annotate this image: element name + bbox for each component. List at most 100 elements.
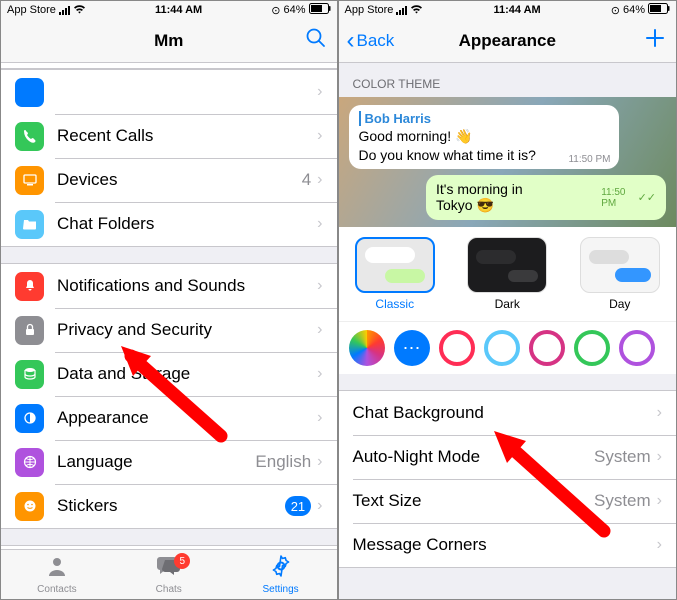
chevron-right-icon: › <box>317 321 322 339</box>
row-label: Stickers <box>57 496 285 516</box>
row-label: Notifications and Sounds <box>57 276 317 296</box>
chevron-right-icon: › <box>317 497 322 515</box>
tab-chats[interactable]: 5 Chats <box>113 550 225 599</box>
devices-icon <box>15 166 44 195</box>
row-detail: System <box>594 447 651 467</box>
outgoing-bubble: It's morning in Tokyo 😎 11:50 PM ✓✓ <box>426 175 666 220</box>
phone-right: App Store 11:44 AM ⊙ 64% ‹ Back Appearan… <box>339 1 677 599</box>
row-chat-background[interactable]: Chat Background › <box>339 391 677 435</box>
bookmark-icon <box>15 78 44 107</box>
color-multicolor[interactable] <box>349 330 385 366</box>
search-button[interactable] <box>305 27 327 55</box>
battery-label: 64% <box>283 4 305 16</box>
row-appearance[interactable]: Appearance › <box>1 396 337 440</box>
row-notifications[interactable]: Notifications and Sounds › <box>1 264 337 308</box>
appearance-content: COLOR THEME Bob Harris Good morning! 👋 D… <box>339 63 677 599</box>
phone-icon <box>15 122 44 151</box>
row-data-storage[interactable]: Data and Storage › <box>1 352 337 396</box>
theme-thumb <box>467 237 547 293</box>
row-chat-folders[interactable]: Chat Folders › <box>1 202 337 246</box>
tab-bar: Contacts 5 Chats Settings <box>1 549 337 599</box>
row-saved-messages[interactable]: › <box>1 70 337 114</box>
color-purple[interactable] <box>619 330 655 366</box>
accent-colors: ⋯ <box>339 321 677 374</box>
battery-label: 64% <box>623 4 645 16</box>
row-detail: System <box>594 491 651 511</box>
chevron-right-icon: › <box>657 404 662 422</box>
tab-contacts[interactable]: Contacts <box>1 550 113 599</box>
color-magenta[interactable] <box>529 330 565 366</box>
back-button[interactable]: ‹ Back <box>347 27 395 55</box>
row-devices[interactable]: Devices 4 › <box>1 158 337 202</box>
theme-day[interactable]: Day <box>580 237 660 311</box>
row-text-size[interactable]: Text Size System › <box>339 479 677 523</box>
page-title: Mm <box>154 31 183 51</box>
chevron-right-icon: › <box>657 492 662 510</box>
message-text: It's morning in Tokyo 😎 <box>436 181 557 214</box>
row-label: Recent Calls <box>57 126 317 146</box>
chevron-right-icon: › <box>657 536 662 554</box>
color-blue-selected[interactable]: ⋯ <box>394 330 430 366</box>
chevron-right-icon: › <box>657 448 662 466</box>
chevron-right-icon: › <box>317 365 322 383</box>
chevron-right-icon: › <box>317 453 322 471</box>
row-stickers[interactable]: Stickers 21 › <box>1 484 337 528</box>
sticker-icon <box>15 492 44 521</box>
battery-icon <box>309 3 331 17</box>
row-label: Text Size <box>353 491 594 511</box>
wifi-icon <box>73 4 86 17</box>
row-label: Data and Storage <box>57 364 317 384</box>
status-bar: App Store 11:44 AM ⊙ 64% <box>339 1 677 19</box>
row-detail: 4 <box>302 170 311 190</box>
row-ask-question[interactable]: Ask a Question › <box>1 546 337 549</box>
page-title: Appearance <box>459 31 556 51</box>
theme-classic[interactable]: Classic <box>355 237 435 311</box>
chevron-right-icon: › <box>317 127 322 145</box>
theme-thumb <box>355 237 435 293</box>
tab-settings[interactable]: Settings <box>225 550 337 599</box>
chevron-right-icon: › <box>317 409 322 427</box>
row-privacy[interactable]: Privacy and Security › <box>1 308 337 352</box>
row-label: Chat Folders <box>57 214 317 234</box>
color-green[interactable] <box>574 330 610 366</box>
alarm-icon: ⊙ <box>271 4 280 17</box>
chevron-right-icon: › <box>317 277 322 295</box>
signal-bars-icon <box>396 6 407 15</box>
row-label: Language <box>57 452 255 472</box>
row-label: Chat Background <box>353 403 657 423</box>
read-checks-icon: ✓✓ <box>638 191 656 204</box>
color-pink[interactable] <box>439 330 475 366</box>
msg-time: 11:50 PM <box>601 187 635 209</box>
row-language[interactable]: Language English › <box>1 440 337 484</box>
appearance-icon <box>15 404 44 433</box>
folder-icon <box>15 210 44 239</box>
nav-bar: Mm <box>1 19 337 63</box>
theme-dark[interactable]: Dark <box>467 237 547 311</box>
sender-name: Bob Harris <box>359 111 609 126</box>
alarm-icon: ⊙ <box>611 4 620 17</box>
row-auto-night[interactable]: Auto-Night Mode System › <box>339 435 677 479</box>
clock-label: 11:44 AM <box>493 4 540 16</box>
theme-thumb <box>580 237 660 293</box>
row-label: Auto-Night Mode <box>353 447 594 467</box>
chevron-right-icon: › <box>317 83 322 101</box>
person-icon <box>45 554 69 582</box>
globe-icon <box>15 448 44 477</box>
color-cyan[interactable] <box>484 330 520 366</box>
phone-left: App Store 11:44 AM ⊙ 64% Mm › <box>1 1 339 599</box>
status-bar: App Store 11:44 AM ⊙ 64% <box>1 1 337 19</box>
battery-icon <box>648 3 670 17</box>
row-recent-calls[interactable]: Recent Calls › <box>1 114 337 158</box>
incoming-bubble: Bob Harris Good morning! 👋 Do you know w… <box>349 105 619 169</box>
msg-time: 11:50 PM <box>568 154 610 165</box>
chevron-left-icon: ‹ <box>347 27 355 55</box>
row-label: Appearance <box>57 408 317 428</box>
add-button[interactable] <box>644 27 666 55</box>
row-message-corners[interactable]: Message Corners › <box>339 523 677 567</box>
chats-badge: 5 <box>174 553 190 569</box>
clock-label: 11:44 AM <box>155 4 202 16</box>
chevron-right-icon: › <box>317 171 322 189</box>
gear-icon <box>269 554 293 582</box>
nav-bar: ‹ Back Appearance <box>339 19 677 63</box>
row-label: Devices <box>57 170 302 190</box>
